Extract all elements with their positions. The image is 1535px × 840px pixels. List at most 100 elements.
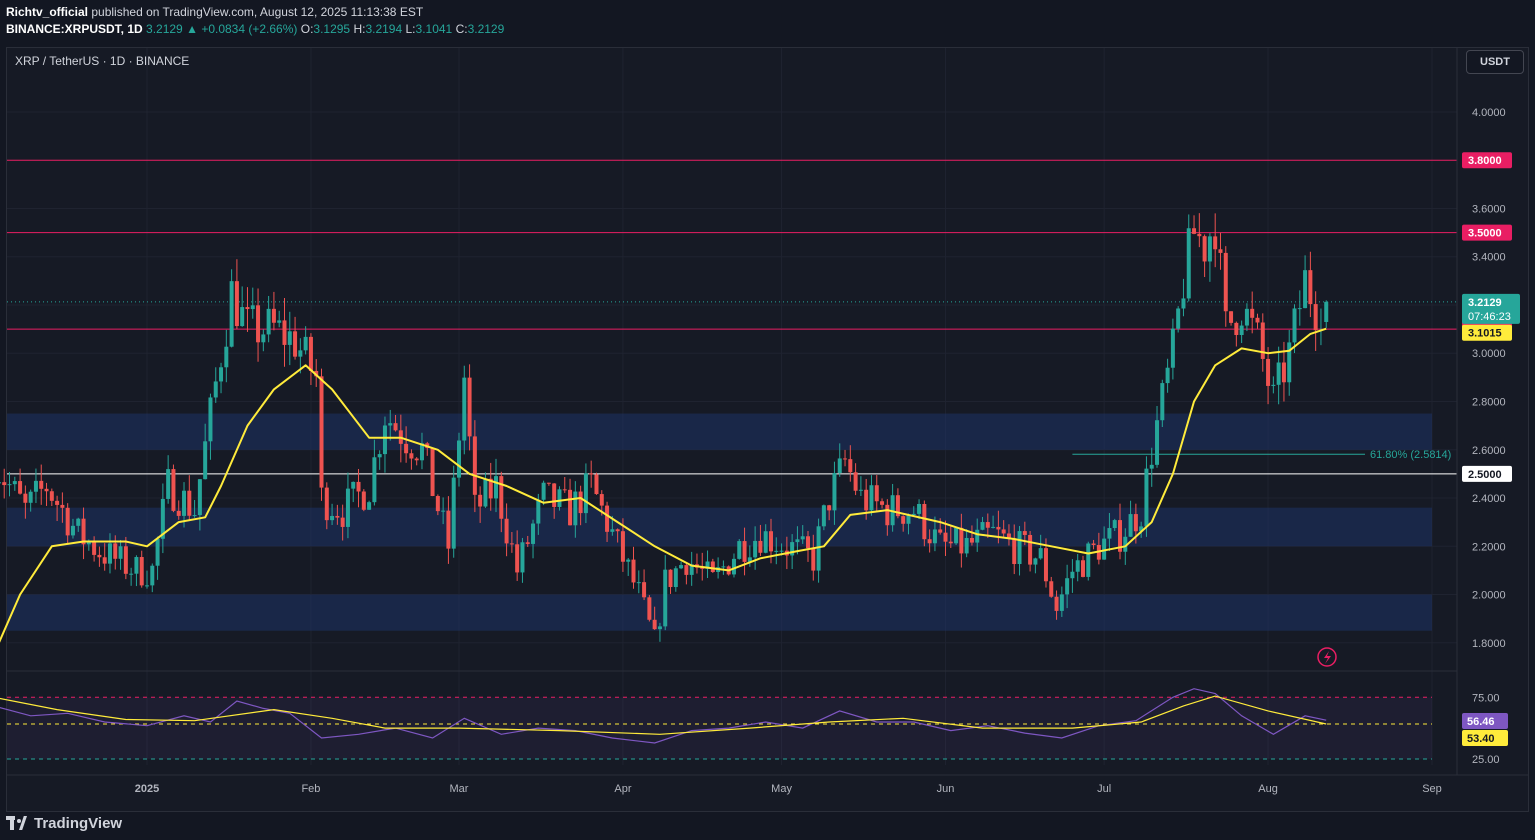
candle-body: [864, 489, 869, 511]
candle-body: [837, 458, 842, 474]
candle-body: [1080, 560, 1085, 577]
candle-body: [229, 281, 234, 347]
candle-body: [906, 515, 911, 524]
candle-body: [145, 585, 149, 587]
candle-body: [504, 518, 509, 544]
price-tick-label: 1.8000: [1472, 638, 1506, 650]
candle-body: [245, 307, 250, 310]
candle-body: [647, 597, 652, 620]
candle-body: [858, 489, 863, 491]
fib-level-label: 61.80% (2.5814): [1370, 449, 1451, 461]
candle-body: [271, 308, 276, 323]
tradingview-logo-icon: [6, 816, 28, 830]
candle-body: [1102, 538, 1107, 560]
candle-body: [351, 481, 356, 489]
candle-body: [171, 469, 176, 511]
candle-body: [758, 540, 763, 553]
candle-body: [166, 469, 171, 499]
countdown-label: 07:46:23: [1468, 311, 1511, 323]
candle-body: [23, 493, 28, 503]
candle-body: [853, 472, 858, 491]
candle-body: [203, 441, 208, 480]
candle-body: [610, 529, 615, 532]
candle-body: [779, 550, 784, 552]
candle-body: [298, 350, 303, 357]
candle-body: [742, 541, 747, 562]
candle-body: [985, 522, 990, 528]
footer-brand[interactable]: TradingView: [6, 812, 122, 834]
candle-body: [1313, 304, 1318, 331]
candle-body: [626, 559, 631, 562]
candle-body: [7, 484, 12, 486]
candle-body: [49, 491, 54, 501]
candle-body: [372, 457, 377, 503]
candle-body: [806, 536, 811, 549]
candle-body: [1255, 317, 1260, 323]
candle-body: [197, 479, 202, 516]
candle-body: [182, 490, 187, 516]
candle-body: [382, 425, 387, 455]
candle-body: [673, 568, 678, 588]
candle-body: [139, 557, 144, 586]
candle-body: [763, 531, 768, 553]
price-tick-label: 2.8000: [1472, 397, 1506, 409]
candle-body: [462, 377, 467, 441]
candle-body: [917, 503, 922, 514]
candle-body: [1218, 249, 1223, 253]
support-zone: [7, 413, 1432, 450]
time-axis-label: Jul: [1097, 783, 1111, 795]
time-axis-label: Aug: [1258, 783, 1278, 795]
candle-body: [1022, 531, 1027, 535]
currency-button[interactable]: USDT: [1466, 50, 1524, 74]
candle-body: [954, 527, 959, 544]
price-chart-svg[interactable]: 61.80% (2.5814) 1.8000 2.0000 2.2000 2.4000 2…: [0, 0, 1535, 840]
candle-body: [959, 527, 964, 554]
candle-body: [1133, 514, 1138, 532]
support-zone: [7, 507, 1432, 547]
candle-body: [568, 489, 573, 526]
candle-body: [70, 525, 75, 536]
candle-body: [1197, 233, 1202, 237]
candle-body: [303, 336, 308, 351]
candle-body: [795, 539, 800, 543]
candle-body: [731, 558, 736, 575]
candle-body: [134, 557, 139, 574]
candle-body: [39, 480, 44, 489]
price-tick-label: 2.0000: [1472, 590, 1506, 602]
candle-body: [1070, 571, 1075, 579]
candle-body: [219, 367, 224, 382]
candle-body: [774, 550, 779, 552]
candle-body: [60, 504, 65, 508]
candle-body: [710, 561, 715, 572]
candle-body: [991, 526, 996, 528]
candle-body: [234, 281, 239, 327]
candle-body: [1155, 420, 1160, 465]
candle-body: [546, 482, 551, 484]
candle-body: [562, 489, 567, 491]
candle-body: [679, 565, 684, 569]
candle-body: [843, 458, 848, 460]
candle-body: [668, 569, 673, 588]
candle-body: [414, 458, 419, 461]
candle-body: [583, 473, 588, 514]
candle-body: [446, 510, 451, 549]
candle-body: [282, 320, 287, 345]
ma-value-label: 3.1015: [1468, 328, 1502, 340]
candle-body: [1017, 531, 1022, 565]
candle-body: [885, 504, 890, 526]
candle-body: [123, 546, 128, 574]
candle-body: [1202, 236, 1207, 262]
time-axis-label: Feb: [301, 783, 320, 795]
level-2-5-label: 2.5000: [1468, 469, 1502, 481]
candle-body: [827, 505, 832, 511]
price-tick-label: 3.6000: [1472, 203, 1506, 215]
candle-body: [451, 477, 456, 549]
candle-body: [467, 377, 472, 437]
last-price-label: 3.2129: [1468, 297, 1502, 309]
candle-body: [652, 619, 657, 630]
price-tick-label: 3.0000: [1472, 348, 1506, 360]
candle-body: [980, 522, 985, 530]
candle-body: [176, 510, 181, 516]
candle-body: [287, 331, 292, 345]
candle-body: [1001, 529, 1006, 534]
